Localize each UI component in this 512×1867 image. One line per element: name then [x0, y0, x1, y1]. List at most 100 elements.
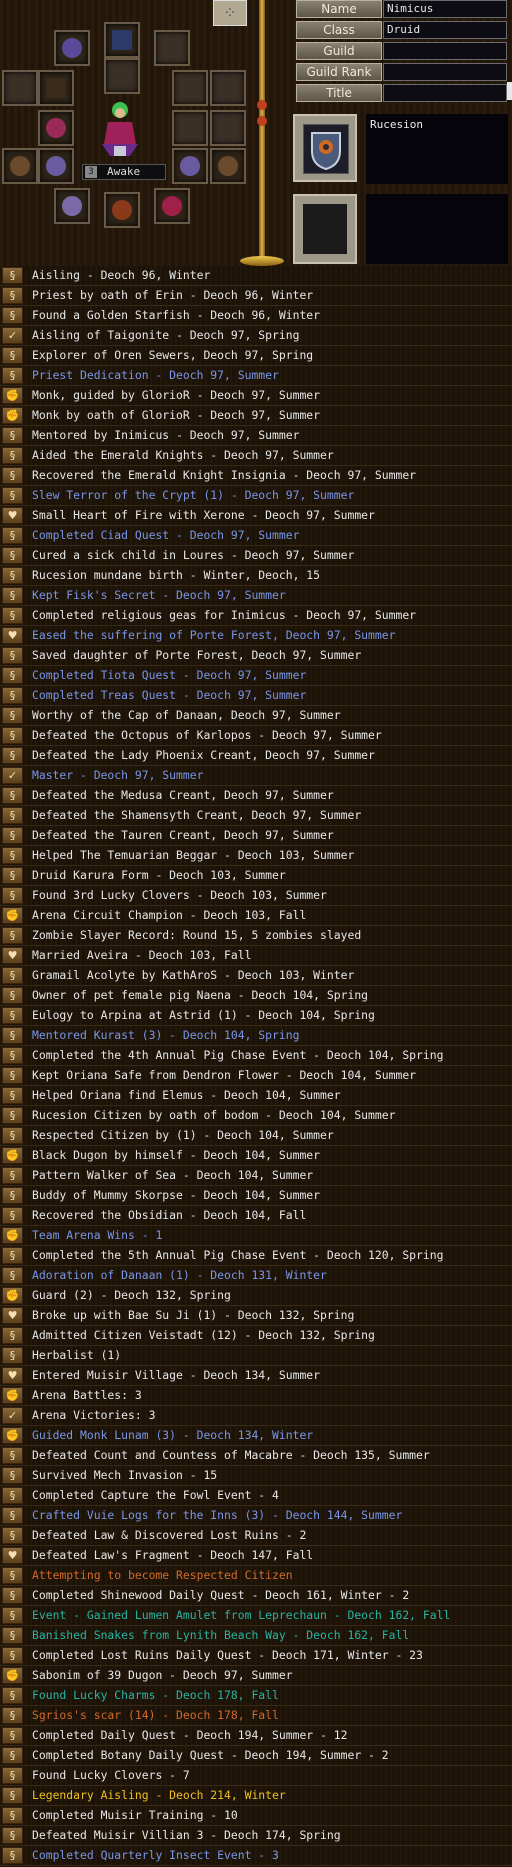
- legend-row: § Completed Shinewood Daily Quest - Deoch…: [0, 1586, 512, 1606]
- legend-text: Respected Citizen by (1) - Deoch 104, Su…: [32, 1128, 334, 1142]
- legend-row: § Recovered the Obsidian - Deoch 104, Fal…: [0, 1206, 512, 1226]
- equip-slot-empty-5[interactable]: [210, 70, 246, 106]
- scroll-icon: §: [2, 1507, 23, 1524]
- equip-slot-left-ring[interactable]: [2, 148, 38, 184]
- scroll-icon: §: [2, 1027, 23, 1044]
- scroll-icon: §: [2, 1827, 23, 1844]
- legend-text: Black Dugon by himself - Deoch 104, Summ…: [32, 1148, 321, 1162]
- legend-text: Adoration of Danaan (1) - Deoch 131, Win…: [32, 1268, 327, 1282]
- equip-slot-belt[interactable]: [104, 192, 140, 228]
- equip-slot-left-gauntlet[interactable]: [38, 148, 74, 184]
- scroll-icon: §: [2, 1187, 23, 1204]
- scroll-icon: §: [2, 1247, 23, 1264]
- legend-row: § Rucesion Citizen by oath of bodom - Deo…: [0, 1106, 512, 1126]
- class-label: Class: [296, 21, 382, 39]
- equip-slot-empty-4[interactable]: [172, 70, 208, 106]
- scroll-icon: §: [2, 1787, 23, 1804]
- equip-slot-empty-7[interactable]: [210, 110, 246, 146]
- legend-text: Completed Muisir Training - 10: [32, 1808, 238, 1822]
- scroll-icon: §: [2, 1167, 23, 1184]
- scroll-icon: §: [2, 967, 23, 984]
- scroll-icon: §: [2, 1647, 23, 1664]
- legend-text: Found a Golden Starfish - Deoch 96, Wint…: [32, 308, 321, 322]
- legend-row: § Completed Capture the Fowl Event - 4: [0, 1486, 512, 1506]
- legend-text: Recovered the Emerald Knight Insignia - …: [32, 468, 417, 482]
- title-value[interactable]: [383, 84, 507, 102]
- legend-text: Survived Mech Invasion - 15: [32, 1468, 218, 1482]
- scroll-icon: §: [2, 1127, 23, 1144]
- equip-slot-accessory[interactable]: [154, 188, 190, 224]
- equip-slot-empty-2[interactable]: [104, 58, 140, 94]
- scroll-icon: §: [2, 1487, 23, 1504]
- legend-row: § Eulogy to Arpina at Astrid (1) - Deoch …: [0, 1006, 512, 1026]
- legend-row: § Kept Fisk's Secret - Deoch 97, Summer: [0, 586, 512, 606]
- equip-slot-right-gauntlet[interactable]: [172, 148, 208, 184]
- legend-row: § Defeated Count and Countess of Macabre …: [0, 1446, 512, 1466]
- fist-icon: ✊: [2, 907, 23, 924]
- legend-text: Arena Battles: 3: [32, 1388, 142, 1402]
- legend-row: § Kept Oriana Safe from Dendron Flower - …: [0, 1066, 512, 1086]
- legend-text: Master - Deoch 97, Summer: [32, 768, 204, 782]
- equip-slot-helm[interactable]: [54, 30, 90, 66]
- legend-row: § Defeated the Tauren Creant, Deoch 97, S…: [0, 826, 512, 846]
- legend-row: § Gramail Acolyte by KathAroS - Deoch 103…: [0, 966, 512, 986]
- scroll-icon: §: [2, 467, 23, 484]
- legend-row: ♥ Small Heart of Fire with Xerone - Deoch…: [0, 506, 512, 526]
- scroll-icon: §: [2, 447, 23, 464]
- scroll-icon: §: [2, 1447, 23, 1464]
- legend-row: § Found a Golden Starfish - Deoch 96, Win…: [0, 306, 512, 326]
- legend-row: § Completed Ciad Quest - Deoch 97, Summer: [0, 526, 512, 546]
- legend-row: § Adoration of Danaan (1) - Deoch 131, Wi…: [0, 1266, 512, 1286]
- legend-text: Completed Lost Ruins Daily Quest - Deoch…: [32, 1648, 423, 1662]
- legend-text: Event - Gained Lumen Amulet from Leprech…: [32, 1608, 451, 1622]
- equip-slot-staff[interactable]: [38, 70, 74, 106]
- legend-row: ♥ Defeated Law's Fragment - Deoch 147, Fa…: [0, 1546, 512, 1566]
- equip-slot-empty-6[interactable]: [172, 110, 208, 146]
- equip-slot-right-ring[interactable]: [210, 148, 246, 184]
- nation-emblem-icon: [303, 124, 349, 174]
- legend-text: Recovered the Obsidian - Deoch 104, Fall: [32, 1208, 307, 1222]
- legend-text: Defeated Law's Fragment - Deoch 147, Fal…: [32, 1548, 314, 1562]
- legend-text: Sgrios's scar (14) - Deoch 178, Fall: [32, 1708, 279, 1722]
- menu-button[interactable]: ⁘: [213, 0, 247, 26]
- scroll-icon: §: [2, 1347, 23, 1364]
- character-sprite: [102, 102, 138, 156]
- legend-row: § Completed Daily Quest - Deoch 194, Summ…: [0, 1726, 512, 1746]
- legend-row: § Completed Treas Quest - Deoch 97, Summe…: [0, 686, 512, 706]
- legend-text: Admitted Citizen Veistadt (12) - Deoch 1…: [32, 1328, 375, 1342]
- equip-slot-armor[interactable]: [38, 110, 74, 146]
- legend-text: Defeated the Medusa Creant, Deoch 97, Su…: [32, 788, 334, 802]
- check-icon: ✓: [2, 327, 23, 344]
- equip-slot-weapon[interactable]: [104, 22, 140, 58]
- legend-text: Entered Muisir Village - Deoch 134, Summ…: [32, 1368, 321, 1382]
- character-panel: ⁘ 3 Awake Name Nimicus Class Druid Guild…: [0, 0, 512, 270]
- scroll-icon: §: [2, 1067, 23, 1084]
- scroll-icon: §: [2, 1807, 23, 1824]
- profile-description[interactable]: [366, 194, 508, 264]
- equip-slot-empty-3[interactable]: [2, 70, 38, 106]
- legend-row: § Respected Citizen by (1) - Deoch 104, S…: [0, 1126, 512, 1146]
- status-number: 3: [85, 166, 97, 178]
- legend-text: Defeated the Tauren Creant, Deoch 97, Su…: [32, 828, 334, 842]
- legend-text: Aisling - Deoch 96, Winter: [32, 268, 211, 282]
- legend-row: § Admitted Citizen Veistadt (12) - Deoch …: [0, 1326, 512, 1346]
- fist-icon: ✊: [2, 1667, 23, 1684]
- legend-row: ✊ Guard (2) - Deoch 132, Spring: [0, 1286, 512, 1306]
- equip-slot-boots[interactable]: [54, 188, 90, 224]
- legend-text: Pattern Walker of Sea - Deoch 104, Summe…: [32, 1168, 314, 1182]
- legend-row: § Defeated Muisir Villian 3 - Deoch 174, …: [0, 1826, 512, 1846]
- scroll-icon: §: [2, 347, 23, 364]
- legend-text: Sabonim of 39 Dugon - Deoch 97, Summer: [32, 1668, 293, 1682]
- legend-row: § Sgrios's scar (14) - Deoch 178, Fall: [0, 1706, 512, 1726]
- legend-row: § Druid Karura Form - Deoch 103, Summer: [0, 866, 512, 886]
- title-dropdown-edge[interactable]: [507, 82, 512, 100]
- equip-slot-empty-1[interactable]: [154, 30, 190, 66]
- legend-list[interactable]: § Aisling - Deoch 96, Winter § Priest by oa…: [0, 266, 512, 1867]
- scroll-icon: §: [2, 1607, 23, 1624]
- scroll-icon: §: [2, 787, 23, 804]
- legend-row: § Defeated the Octopus of Karlopos - Deoc…: [0, 726, 512, 746]
- scroll-icon: §: [2, 807, 23, 824]
- scroll-icon: §: [2, 1327, 23, 1344]
- heart-icon: ♥: [2, 1547, 23, 1564]
- legend-row: § Owner of pet female pig Naena - Deoch 1…: [0, 986, 512, 1006]
